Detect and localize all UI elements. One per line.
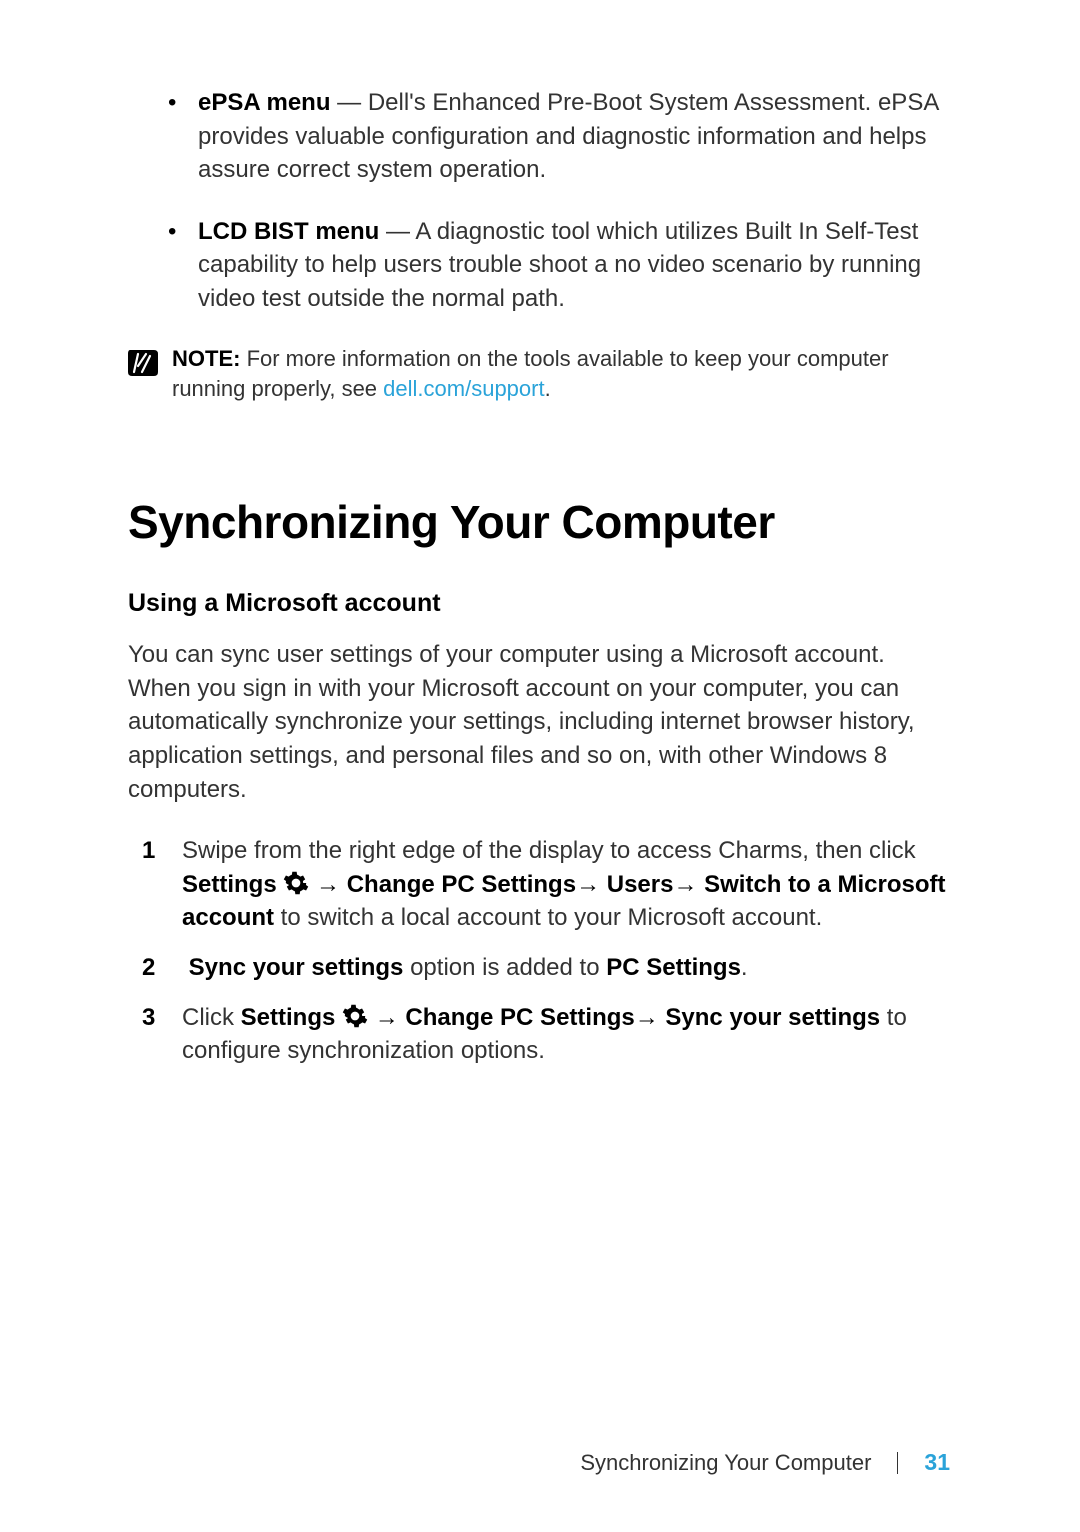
note-link[interactable]: dell.com/support: [383, 376, 544, 401]
step-2-num: 2: [142, 951, 155, 985]
gear-icon: [283, 870, 309, 896]
step-1-settings: Settings: [182, 871, 277, 898]
step-1: 1 Swipe from the right edge of the displ…: [142, 834, 950, 935]
step-3-sync: Sync your settings: [665, 1004, 880, 1031]
gear-icon: [342, 1003, 368, 1029]
bullet-epsa: ePSA menu — Dell's Enhanced Pre-Boot Sys…: [168, 86, 950, 187]
step-1-users: Users: [607, 871, 674, 898]
step-2-pc: PC Settings: [606, 954, 741, 981]
step-2-b: option is added to: [403, 954, 606, 981]
step-1-arrow2: →: [576, 871, 607, 898]
note-text: NOTE: For more information on the tools …: [172, 344, 950, 406]
step-3-num: 3: [142, 1001, 155, 1035]
step-2: 2 Sync your settings option is added to …: [142, 951, 950, 985]
footer-divider: [897, 1452, 898, 1474]
bullet-lcd-bist: LCD BIST menu — A diagnostic tool which …: [168, 215, 950, 316]
bullet-lcd-title: LCD BIST menu: [198, 218, 379, 245]
footer-label: Synchronizing Your Computer: [580, 1450, 871, 1476]
step-1-a: Swipe from the right edge of the display…: [182, 837, 916, 864]
step-3-settings: Settings: [241, 1004, 336, 1031]
step-1-num: 1: [142, 834, 155, 868]
page-heading: Synchronizing Your Computer: [128, 495, 950, 549]
intro-paragraph: You can sync user settings of your compu…: [128, 638, 950, 806]
step-1-arrow3: →: [673, 871, 704, 898]
sub-heading: Using a Microsoft account: [128, 589, 950, 618]
note-label: NOTE:: [172, 346, 240, 371]
document-page: ePSA menu — Dell's Enhanced Pre-Boot Sys…: [0, 0, 1080, 1068]
step-1-change: Change PC Settings: [347, 871, 576, 898]
step-3: 3 Click Settings → Change PC Settings→ S…: [142, 1001, 950, 1068]
note-block: NOTE: For more information on the tools …: [128, 344, 950, 406]
bullet-epsa-title: ePSA menu: [198, 89, 330, 116]
step-1-f: to switch a local account to your Micros…: [274, 904, 822, 931]
page-footer: Synchronizing Your Computer 31: [580, 1449, 950, 1476]
step-3-change: Change PC Settings: [405, 1004, 634, 1031]
step-1-arrow1: →: [309, 871, 346, 898]
step-2-sync: Sync your settings: [189, 954, 404, 981]
footer-page-number: 31: [924, 1449, 950, 1476]
note-icon: [128, 346, 160, 378]
step-3-arrow1: →: [368, 1004, 405, 1031]
step-3-a: Click: [182, 1004, 241, 1031]
diagnostic-bullet-list: ePSA menu — Dell's Enhanced Pre-Boot Sys…: [168, 86, 950, 316]
step-2-d: .: [741, 954, 748, 981]
steps-list: 1 Swipe from the right edge of the displ…: [142, 834, 950, 1068]
step-3-arrow2: →: [635, 1004, 666, 1031]
note-after: .: [545, 376, 551, 401]
